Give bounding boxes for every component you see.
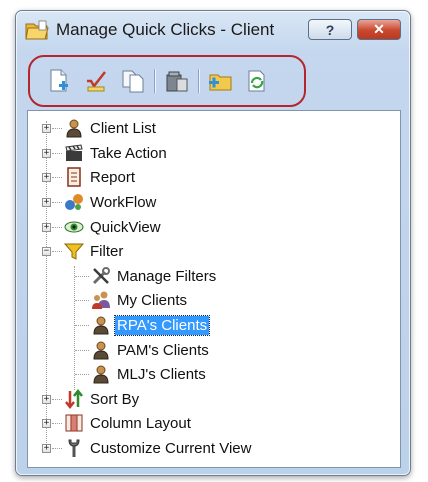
edit-button[interactable] <box>83 67 111 95</box>
tree-line <box>52 227 62 228</box>
funnel-icon <box>64 243 84 260</box>
node-label: PAM's Clients <box>117 342 209 359</box>
add-folder-button[interactable] <box>207 67 235 95</box>
person-icon <box>93 316 109 335</box>
help-button[interactable]: ? <box>308 19 352 40</box>
toolbar-separator <box>154 69 156 93</box>
node-label: My Clients <box>117 292 188 309</box>
tree-node-workflow[interactable]: + WorkFlow <box>28 190 400 214</box>
tree-line <box>75 374 89 375</box>
sort-icon <box>65 389 83 409</box>
person-icon <box>93 341 109 360</box>
tree-node-column-layout[interactable]: + Column Layout <box>28 411 400 435</box>
refresh-icon <box>248 70 265 92</box>
tree-node-sort-by[interactable]: + Sort By <box>28 387 400 411</box>
node-label: QuickView <box>90 219 161 236</box>
clapperboard-icon <box>65 144 83 161</box>
tree-line <box>52 128 62 129</box>
person-icon <box>66 119 82 138</box>
expand-icon[interactable]: + <box>42 124 51 133</box>
tree-node-rpas-clients[interactable]: RPA's Clients <box>28 313 400 337</box>
node-label: MLJ's Clients <box>117 366 206 383</box>
expand-icon[interactable]: + <box>42 444 51 453</box>
tree-node-filter[interactable]: − Filter <box>28 239 400 263</box>
quick-clicks-tree[interactable]: + Client List + Take Action + Report + W… <box>27 110 401 468</box>
eye-icon <box>64 221 84 233</box>
tree-line <box>75 276 89 277</box>
tree-node-customize-current-view[interactable]: + Customize Current View <box>28 436 400 460</box>
close-icon: ✕ <box>373 21 385 37</box>
delete-icon <box>166 71 188 92</box>
title-bar[interactable]: Manage Quick Clicks - Client ? ✕ <box>16 11 410 51</box>
edit-icon <box>87 71 106 92</box>
new-icon <box>50 69 68 92</box>
wrench-icon <box>68 439 80 457</box>
tree-line <box>75 325 89 326</box>
close-button[interactable]: ✕ <box>357 19 401 40</box>
person-icon <box>93 365 109 384</box>
node-label: Sort By <box>90 391 140 408</box>
node-label-selected: RPA's Clients <box>113 315 211 336</box>
tree-node-manage-filters[interactable]: Manage Filters <box>28 264 400 288</box>
toolbar-separator <box>198 69 200 93</box>
expand-icon[interactable]: + <box>42 395 51 404</box>
folder-icon <box>25 20 49 40</box>
copy-icon <box>122 70 144 93</box>
delete-button[interactable] <box>163 67 191 95</box>
workflow-icon <box>65 194 83 210</box>
expand-icon[interactable]: + <box>42 198 51 207</box>
tree-node-pams-clients[interactable]: PAM's Clients <box>28 338 400 362</box>
manage-quick-clicks-window: Manage Quick Clicks - Client ? ✕ + Clien… <box>15 10 411 476</box>
tree-line <box>52 423 62 424</box>
tree-line <box>75 300 89 301</box>
node-label: Filter <box>90 243 124 260</box>
expand-icon[interactable]: + <box>42 223 51 232</box>
people-icon <box>92 291 110 309</box>
tree-node-mljs-clients[interactable]: MLJ's Clients <box>28 362 400 386</box>
tree-line <box>75 350 89 351</box>
new-button[interactable] <box>45 67 73 95</box>
tree-line <box>52 251 62 252</box>
tree-line <box>52 399 62 400</box>
tree-line <box>52 448 62 449</box>
tree-node-report[interactable]: + Report <box>28 165 400 189</box>
refresh-button[interactable] <box>243 67 271 95</box>
node-label: Report <box>90 169 136 186</box>
toolbar <box>39 62 389 100</box>
window-title: Manage Quick Clicks - Client <box>56 20 275 39</box>
expand-icon[interactable]: + <box>42 173 51 182</box>
tree-node-quickview[interactable]: + QuickView <box>28 215 400 239</box>
tree-line <box>52 153 62 154</box>
node-label: Column Layout <box>90 415 191 432</box>
tree-line <box>52 177 62 178</box>
node-label: Manage Filters <box>117 268 217 285</box>
node-label: Client List <box>90 120 156 137</box>
tools-icon <box>92 267 110 285</box>
node-label: Customize Current View <box>90 440 252 457</box>
expand-icon[interactable]: + <box>42 419 51 428</box>
node-label: Take Action <box>90 145 167 162</box>
report-icon <box>67 167 81 187</box>
tree-node-take-action[interactable]: + Take Action <box>28 141 400 165</box>
expand-icon[interactable]: + <box>42 149 51 158</box>
collapse-icon[interactable]: − <box>42 247 51 256</box>
add-folder-icon <box>209 74 232 91</box>
tree-line <box>52 202 62 203</box>
tree-node-my-clients[interactable]: My Clients <box>28 288 400 312</box>
help-icon: ? <box>325 21 335 38</box>
tree-node-client-list[interactable]: + Client List <box>28 116 400 140</box>
node-label: WorkFlow <box>90 194 157 211</box>
copy-button[interactable] <box>119 67 147 95</box>
columns-icon <box>65 414 83 432</box>
